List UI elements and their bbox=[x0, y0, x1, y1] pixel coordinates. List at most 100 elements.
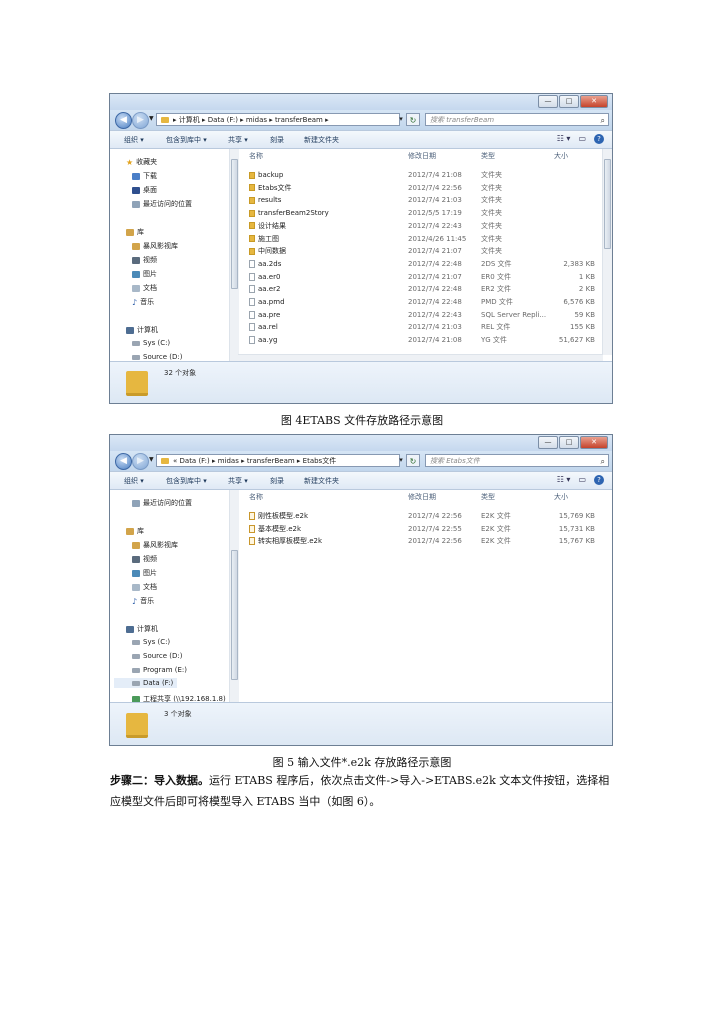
nav-item-pictures[interactable]: 图片 bbox=[132, 269, 157, 279]
search-input[interactable]: 搜索 transferBeam ⌕ bbox=[425, 113, 609, 126]
burn-button[interactable]: 刻录 bbox=[270, 135, 284, 145]
column-header-name[interactable]: 名称 bbox=[249, 490, 263, 504]
nav-item-recent[interactable]: 最近访问的位置 bbox=[132, 199, 192, 209]
new-folder-button[interactable]: 新建文件夹 bbox=[304, 135, 339, 145]
file-type: SQL Server Repli... bbox=[481, 310, 547, 319]
file-row[interactable]: transferBeam2Story 2012/5/5 17:19 文件夹 bbox=[249, 207, 595, 219]
file-row[interactable]: aa.er0 2012/7/4 21:07 ER0 文件 1 KB bbox=[249, 271, 595, 283]
nav-item-music[interactable]: ♪ 音乐 bbox=[132, 596, 154, 606]
nav-item-videos[interactable]: 视频 bbox=[132, 255, 157, 265]
nav-label: 桌面 bbox=[143, 186, 157, 194]
include-in-library-menu[interactable]: 包含到库中 ▾ bbox=[166, 476, 207, 486]
nav-item-drive-d[interactable]: Source (D:) bbox=[132, 353, 182, 361]
nav-item-drive-d[interactable]: Source (D:) bbox=[132, 652, 182, 660]
file-row[interactable]: 中间数据 2012/7/4 21:07 文件夹 bbox=[249, 245, 595, 257]
nav-item-drive-c[interactable]: Sys (C:) bbox=[132, 339, 170, 347]
column-header-date[interactable]: 修改日期 bbox=[408, 149, 436, 163]
file-row[interactable]: aa.rel 2012/7/4 21:03 REL 文件 155 KB bbox=[249, 321, 595, 333]
share-menu[interactable]: 共享 ▾ bbox=[228, 135, 248, 145]
organize-menu[interactable]: 组织 ▾ bbox=[124, 476, 144, 486]
help-icon[interactable]: ? bbox=[594, 134, 604, 144]
file-row[interactable]: aa.pre 2012/7/4 22:43 SQL Server Repli... 5… bbox=[249, 309, 595, 321]
file-name-text: transferBeam2Story bbox=[258, 209, 329, 218]
address-bar[interactable]: « Data (F:) ▸ midas ▸ transferBeam ▸ Eta… bbox=[156, 454, 400, 467]
help-icon[interactable]: ? bbox=[594, 475, 604, 485]
file-row[interactable]: aa.yg 2012/7/4 21:08 YG 文件 51,627 KB bbox=[249, 334, 595, 346]
nav-item-libraries[interactable]: 库 bbox=[126, 227, 144, 237]
minimize-button[interactable]: — bbox=[538, 95, 558, 108]
file-list-scrollbar-thumb[interactable] bbox=[604, 159, 611, 249]
chevron-down-icon[interactable]: ▼ bbox=[149, 115, 154, 122]
organize-menu[interactable]: 组织 ▾ bbox=[124, 135, 144, 145]
column-header-type[interactable]: 类型 bbox=[481, 149, 495, 163]
file-list-scrollbar[interactable] bbox=[602, 149, 612, 355]
close-button[interactable]: ✕ bbox=[580, 436, 608, 449]
chevron-down-icon[interactable]: ▼ bbox=[149, 456, 154, 463]
forward-button[interactable]: ▶ bbox=[132, 453, 149, 470]
nav-item-drive-e[interactable]: Program (E:) bbox=[132, 666, 187, 674]
nav-item-documents[interactable]: 文档 bbox=[132, 582, 157, 592]
share-menu[interactable]: 共享 ▾ bbox=[228, 476, 248, 486]
nav-item-baofeng-library[interactable]: 暴风影视库 bbox=[132, 241, 178, 251]
forward-button[interactable]: ▶ bbox=[132, 112, 149, 129]
file-row[interactable]: aa.er2 2012/7/4 22:48 ER2 文件 2 KB bbox=[249, 283, 595, 295]
file-row[interactable]: backup 2012/7/4 21:08 文件夹 bbox=[249, 169, 595, 181]
back-button[interactable]: ◀ bbox=[115, 112, 132, 129]
nav-item-libraries[interactable]: 库 bbox=[126, 526, 144, 536]
include-in-library-menu[interactable]: 包含到库中 ▾ bbox=[166, 135, 207, 145]
nav-item-documents[interactable]: 文档 bbox=[132, 283, 157, 293]
refresh-button[interactable]: ↻ bbox=[406, 113, 420, 126]
view-options-icon[interactable]: ☷ ▾ bbox=[557, 134, 571, 144]
chevron-down-icon[interactable]: ▾ bbox=[396, 113, 406, 126]
details-pane: 32 个对象 bbox=[110, 361, 612, 403]
file-row[interactable]: results 2012/7/4 21:03 文件夹 bbox=[249, 194, 595, 206]
search-input[interactable]: 搜索 Etabs文件 ⌕ bbox=[425, 454, 609, 467]
refresh-button[interactable]: ↻ bbox=[406, 454, 420, 467]
file-name: aa.er2 bbox=[249, 283, 280, 295]
address-bar[interactable]: ▸ 计算机 ▸ Data (F:) ▸ midas ▸ transferBeam… bbox=[156, 113, 400, 126]
nav-item-drive-f[interactable]: Data (F:) bbox=[114, 678, 178, 688]
file-name-text: results bbox=[258, 196, 282, 205]
file-row[interactable]: aa.2ds 2012/7/4 22:48 2DS 文件 2,383 KB bbox=[249, 258, 595, 270]
address-row: ◀ ▶ ▼ « Data (F:) ▸ midas ▸ transferBeam… bbox=[110, 451, 612, 471]
nav-item-computer[interactable]: 计算机 bbox=[126, 325, 158, 335]
maximize-button[interactable]: □ bbox=[559, 95, 579, 108]
nav-item-baofeng-library[interactable]: 暴风影视库 bbox=[132, 540, 178, 550]
nav-item-music[interactable]: ♪ 音乐 bbox=[132, 297, 154, 307]
column-header-size[interactable]: 大小 bbox=[554, 149, 568, 163]
chevron-down-icon[interactable]: ▾ bbox=[396, 454, 406, 467]
file-row[interactable]: Etabs文件 2012/7/4 22:56 文件夹 bbox=[249, 182, 595, 194]
nav-item-favorites[interactable]: ★ 收藏夹 bbox=[126, 157, 157, 167]
new-folder-button[interactable]: 新建文件夹 bbox=[304, 476, 339, 486]
minimize-button[interactable]: — bbox=[538, 436, 558, 449]
burn-button[interactable]: 刻录 bbox=[270, 476, 284, 486]
file-row[interactable]: 施工图 2012/4/26 11:45 文件夹 bbox=[249, 233, 595, 245]
nav-item-downloads[interactable]: 下载 bbox=[132, 171, 157, 181]
file-size: 1 KB bbox=[578, 272, 595, 281]
column-header-type[interactable]: 类型 bbox=[481, 490, 495, 504]
nav-scrollbar-thumb[interactable] bbox=[231, 159, 238, 289]
file-icon bbox=[249, 512, 255, 520]
file-row[interactable]: 基本模型.e2k 2012/7/4 22:55 E2K 文件 15,731 KB bbox=[249, 523, 595, 535]
computer-icon bbox=[126, 326, 134, 334]
nav-item-desktop[interactable]: 桌面 bbox=[132, 185, 157, 195]
nav-scrollbar-thumb[interactable] bbox=[231, 550, 238, 680]
file-row[interactable]: 转实相厚板模型.e2k 2012/7/4 22:56 E2K 文件 15,767 KB bbox=[249, 535, 595, 547]
file-row[interactable]: 刚性板模型.e2k 2012/7/4 22:56 E2K 文件 15,769 KB bbox=[249, 510, 595, 522]
column-header-size[interactable]: 大小 bbox=[554, 490, 568, 504]
column-header-name[interactable]: 名称 bbox=[249, 149, 263, 163]
nav-item-videos[interactable]: 视频 bbox=[132, 554, 157, 564]
nav-item-drive-c[interactable]: Sys (C:) bbox=[132, 638, 170, 646]
back-button[interactable]: ◀ bbox=[115, 453, 132, 470]
file-row[interactable]: aa.pmd 2012/7/4 22:48 PMD 文件 6,576 KB bbox=[249, 296, 595, 308]
nav-item-computer[interactable]: 计算机 bbox=[126, 624, 158, 634]
preview-pane-icon[interactable]: ▭ bbox=[578, 134, 586, 144]
maximize-button[interactable]: □ bbox=[559, 436, 579, 449]
nav-item-recent[interactable]: 最近访问的位置 bbox=[132, 498, 192, 508]
nav-item-pictures[interactable]: 图片 bbox=[132, 568, 157, 578]
view-options-icon[interactable]: ☷ ▾ bbox=[557, 475, 571, 485]
close-button[interactable]: ✕ bbox=[580, 95, 608, 108]
column-header-date[interactable]: 修改日期 bbox=[408, 490, 436, 504]
file-row[interactable]: 设计结果 2012/7/4 22:43 文件夹 bbox=[249, 220, 595, 232]
preview-pane-icon[interactable]: ▭ bbox=[578, 475, 586, 485]
